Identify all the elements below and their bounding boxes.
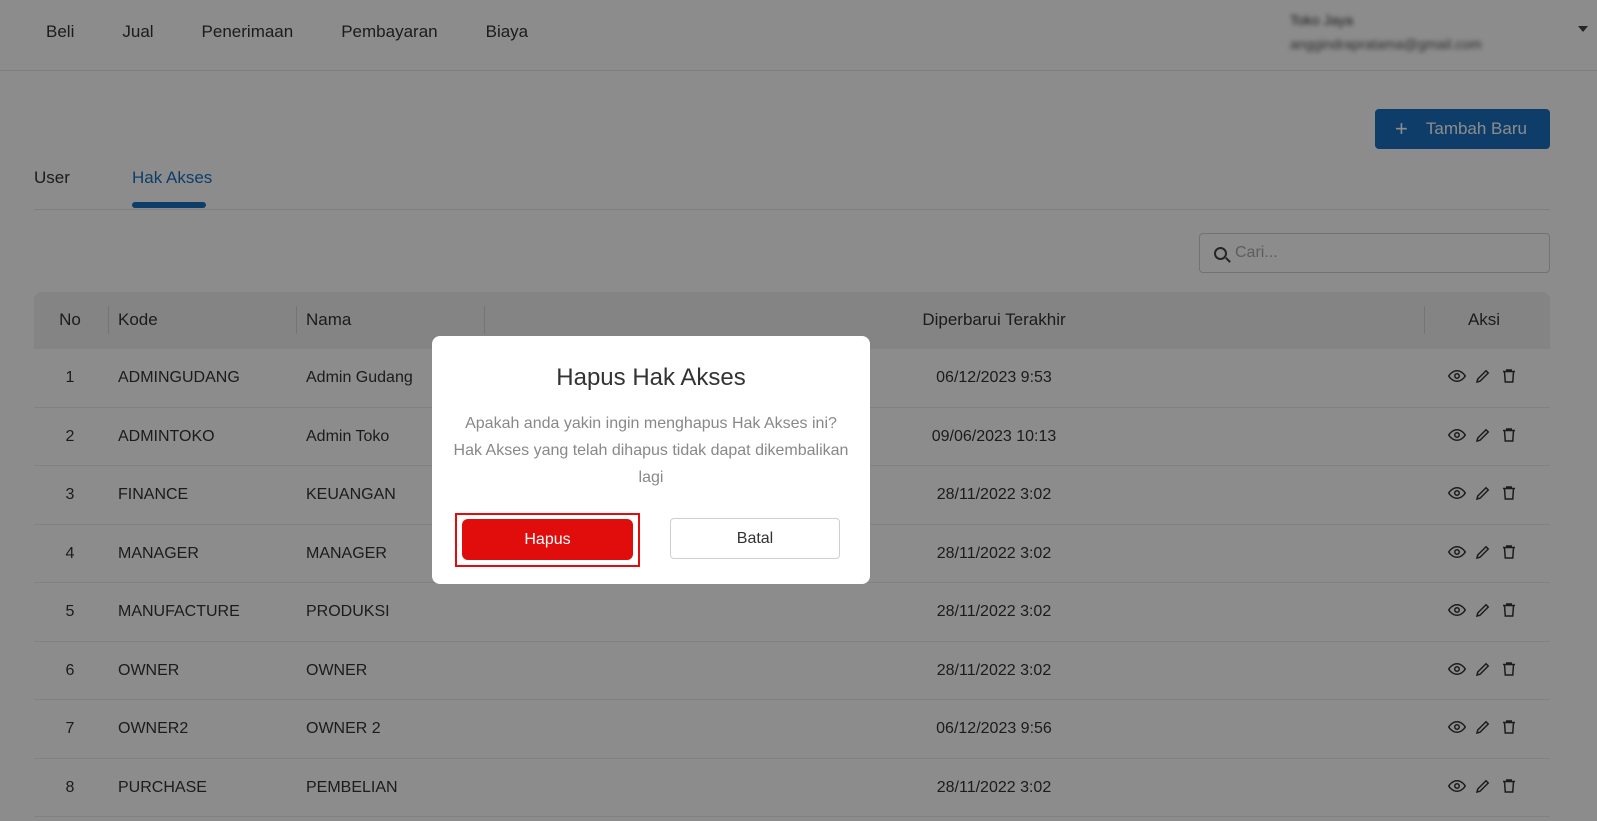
cancel-button[interactable]: Batal [670, 518, 840, 559]
delete-confirm-dialog: Hapus Hak Akses Apakah anda yakin ingin … [432, 336, 870, 584]
confirm-delete-button[interactable]: Hapus [462, 519, 633, 560]
dialog-message: Apakah anda yakin ingin menghapus Hak Ak… [453, 415, 849, 486]
dialog-title: Hapus Hak Akses [556, 364, 746, 391]
